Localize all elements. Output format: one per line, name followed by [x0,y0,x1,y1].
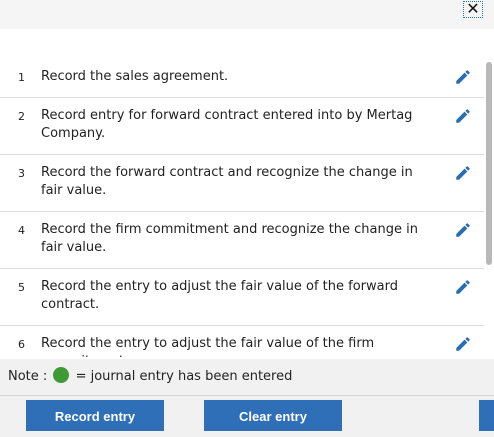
clear-entry-button[interactable]: Clear entry [204,400,342,431]
entry-description: Record the entry to adjust the fair valu… [41,336,375,357]
list-item[interactable]: 6 Record the entry to adjust the fair va… [0,326,484,357]
entry-description: Record the sales agreement. [41,69,229,84]
entry-number: 6 [18,338,25,351]
list-item[interactable]: 2 Record entry for forward contract ente… [0,98,484,155]
button-bar: Record entry Clear entry [0,395,494,437]
entry-number: 4 [18,224,25,237]
entry-description: Record the entry to adjust the fair valu… [41,279,398,312]
note-label: Note : [8,369,48,384]
entry-description: Record the forward contract and recogniz… [41,165,413,198]
entry-description: Record the firm commitment and recognize… [41,222,418,255]
view-general-journal-button[interactable] [479,400,494,431]
journal-entry-list: 1 Record the sales agreement. 2 Record e… [0,59,484,357]
list-item[interactable]: 3 Record the forward contract and recogn… [0,155,484,212]
entry-number: 3 [18,167,25,180]
entry-number: 5 [18,281,25,294]
edit-pencil-icon[interactable] [454,221,472,239]
entry-number: 1 [18,71,25,84]
edit-pencil-icon[interactable] [454,107,472,125]
edit-pencil-icon[interactable] [454,68,472,86]
list-item[interactable]: 1 Record the sales agreement. [0,59,484,98]
edit-pencil-icon[interactable] [454,164,472,182]
green-dot-icon [53,367,70,383]
list-item[interactable]: 5 Record the entry to adjust the fair va… [0,269,484,326]
close-icon: ✕ [466,0,480,18]
entry-description: Record entry for forward contract entere… [41,108,413,141]
legend-note: Note : = journal entry has been entered [0,359,494,395]
list-item[interactable]: 4 Record the firm commitment and recogni… [0,212,484,269]
note-text: = journal entry has been entered [75,369,293,384]
top-bar: ✕ [0,0,494,29]
entry-number: 2 [18,110,25,123]
record-entry-button[interactable]: Record entry [26,400,164,431]
edit-pencil-icon[interactable] [454,335,472,353]
scrollbar-thumb[interactable] [486,62,492,265]
close-button[interactable]: ✕ [463,1,483,18]
edit-pencil-icon[interactable] [454,278,472,296]
